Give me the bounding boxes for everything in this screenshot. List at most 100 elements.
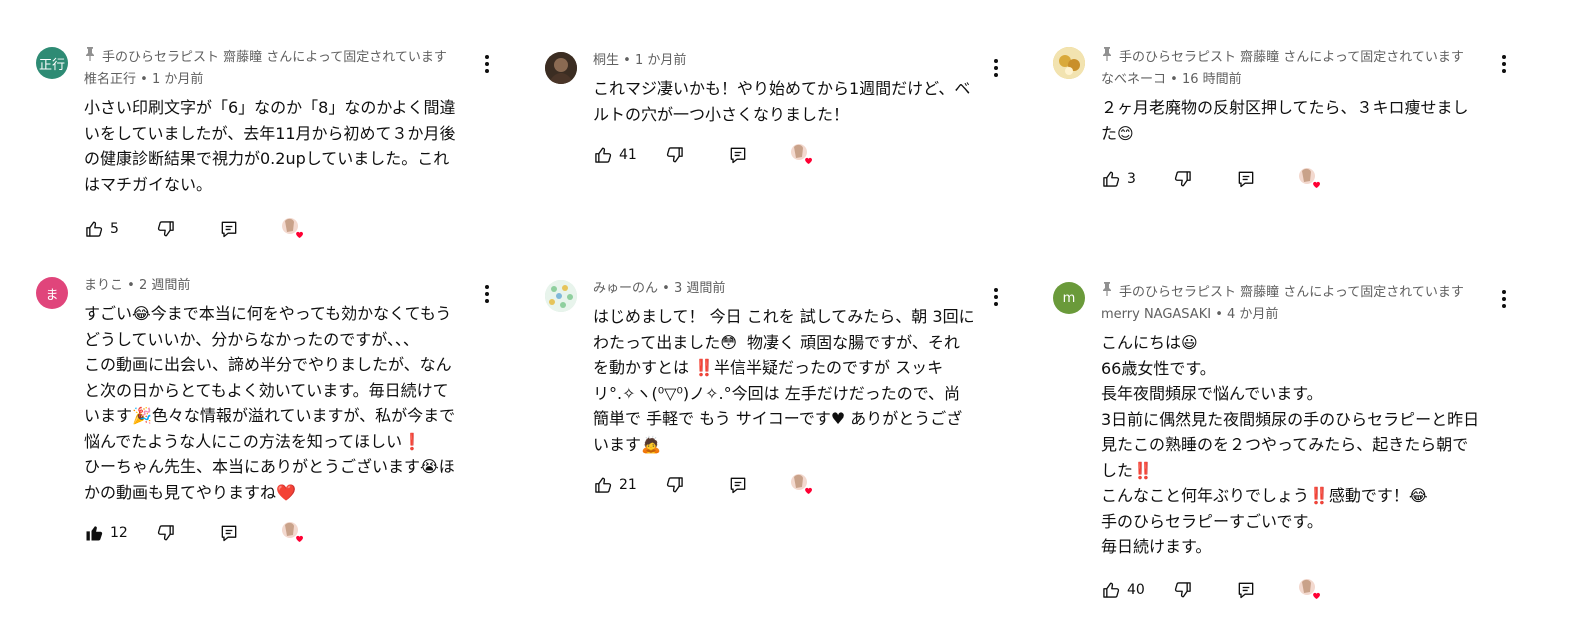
like-button[interactable]: 41 <box>593 143 637 167</box>
like-button[interactable]: 40 <box>1101 578 1145 602</box>
comment-line: かの動画も見てやりますね❤️ <box>84 482 296 502</box>
comment-body: 手のひらセラピスト 齋藤瞳 さんによって固定されています merry NAGASA… <box>1101 282 1501 600</box>
like-count: 12 <box>110 525 128 541</box>
pinned-label: 手のひらセラピスト 齋藤瞳 さんによって固定されています <box>1101 282 1481 300</box>
more-vert-icon[interactable] <box>992 286 1000 308</box>
creator-heart-icon <box>1298 167 1322 191</box>
reply-button[interactable] <box>1236 167 1256 191</box>
reply-icon <box>728 475 748 495</box>
author-name[interactable]: merry NAGASAKI <box>1101 307 1211 322</box>
comment-line: 簡単で 手軽で もう サイコーです♥ ありがとうござ <box>593 409 963 428</box>
comment-line: の健康診断結果で視力が0.2upしていました。これ <box>84 149 450 168</box>
avatar[interactable] <box>545 280 577 312</box>
comment-text: はじめまして！ 今日 これを 試してみたら、朝 3回に わたって出ました😳 物凄く… <box>593 304 991 457</box>
reply-button[interactable] <box>219 217 239 241</box>
comment-line: 66歳女性です。 <box>1101 358 1216 378</box>
dislike-button[interactable] <box>665 473 685 497</box>
like-count: 5 <box>110 221 119 237</box>
comment-line: この動画に出会い、諦め半分でやりましたが、なん <box>84 355 452 374</box>
pin-icon <box>1101 47 1113 65</box>
pinned-label: 手のひらセラピスト 齋藤瞳 さんによって固定されています <box>1101 47 1481 65</box>
more-vert-icon[interactable] <box>1500 53 1508 75</box>
dislike-button[interactable] <box>156 217 176 241</box>
comment-time[interactable]: 3 週間前 <box>674 281 725 296</box>
author-name[interactable]: なべネーコ <box>1101 72 1166 87</box>
comment-time[interactable]: 16 時間前 <box>1182 72 1242 87</box>
creator-heart-icon <box>790 143 814 167</box>
reply-icon <box>1236 169 1256 189</box>
author-name[interactable]: 桐生 <box>593 53 619 68</box>
comment-body: 手のひらセラピスト 齋藤瞳 さんによって固定されています椎名正行 • 1 か月前… <box>84 47 484 239</box>
comment-text: これマジ凄いかも！やり始めてから1週間だけど、ベ ルトの穴が一つ小さくなりました！ <box>593 76 991 127</box>
comment-text: すごい😂今まで本当に何をやっても効かなくてもう どうしていいか、分からなかったので… <box>84 301 482 505</box>
pinned-label: 手のひらセラピスト 齋藤瞳 さんによって固定されています <box>84 47 464 65</box>
reply-button[interactable] <box>1236 578 1256 602</box>
comment-line: 手のひらセラピーすごいです。 <box>1101 511 1323 531</box>
comment-line: こんにちは😃 <box>1101 333 1198 352</box>
author-name[interactable]: まりこ <box>84 278 123 293</box>
dislike-button[interactable] <box>156 521 176 545</box>
comment-line: 毎日続けます。 <box>1101 537 1212 556</box>
reply-button[interactable] <box>219 521 239 545</box>
comment-line: と次の日からとてもよく効いています。毎日続けて <box>84 380 449 400</box>
like-button[interactable]: 5 <box>84 217 119 241</box>
comment-line: ルトの穴が一つ小さくなりました！ <box>593 104 850 124</box>
comment-line: これマジ凄いかも！やり始めてから1週間だけど、ベ <box>593 79 971 98</box>
comment-text: ２ヶ月老廃物の反射区押してたら、３キロ痩せまし た😊 <box>1101 95 1499 146</box>
dislike-button[interactable] <box>1173 167 1193 191</box>
dislike-button[interactable] <box>665 143 685 167</box>
creator-heart <box>790 143 814 167</box>
comment-time[interactable]: 4 か月前 <box>1227 307 1278 322</box>
comment-time[interactable]: 2 週間前 <box>139 278 190 293</box>
thumbs-up-icon <box>593 145 613 165</box>
reply-icon <box>219 523 239 543</box>
avatar[interactable]: ま <box>36 277 68 309</box>
thumbs-down-icon <box>156 219 176 239</box>
comment-time[interactable]: 1 か月前 <box>152 72 203 87</box>
more-vert-icon[interactable] <box>483 53 491 75</box>
comment-line: リ°.✧ヽ(⁰▽⁰)ノ✧.°今回は 左手だけだったので、尚 <box>593 383 961 403</box>
reply-button[interactable] <box>728 473 748 497</box>
comment-line: いをしていましたが、去年11月から初めて３か月後 <box>84 123 456 143</box>
thumbs-down-icon <box>665 145 685 165</box>
comment-line: 小さい印刷文字が「6」なのか「8」なのかよく間違 <box>84 98 456 117</box>
reply-button[interactable] <box>728 143 748 167</box>
pinned-text: 手のひらセラピスト 齋藤瞳 さんによって固定されています <box>1119 285 1464 300</box>
comment-line: 見たこの熟睡のを２つやってみたら、起きたら朝で <box>1101 435 1469 454</box>
reply-icon <box>1236 580 1256 600</box>
like-count: 21 <box>619 477 637 493</box>
comment-line: すごい😂今まで本当に何をやっても効かなくてもう <box>84 304 452 323</box>
comment-meta: なべネーコ • 16 時間前 <box>1101 72 1242 87</box>
more-vert-icon[interactable] <box>992 57 1000 79</box>
comment-line: います🙇 <box>593 434 661 454</box>
avatar[interactable]: m <box>1053 282 1085 314</box>
like-button[interactable]: 12 <box>84 521 128 545</box>
avatar[interactable] <box>545 52 577 84</box>
like-count: 3 <box>1127 171 1136 187</box>
like-button[interactable]: 3 <box>1101 167 1136 191</box>
more-vert-icon[interactable] <box>1500 288 1508 310</box>
creator-heart <box>1298 167 1322 191</box>
creator-heart <box>281 217 305 241</box>
comment-meta: 椎名正行 • 1 か月前 <box>84 72 204 87</box>
pin-icon <box>84 47 96 65</box>
author-name[interactable]: 椎名正行 <box>84 72 136 87</box>
comment-line: はじめまして！ 今日 これを 試してみたら、朝 3回に <box>593 307 975 326</box>
author-name[interactable]: みゅーのん <box>593 281 658 296</box>
thumbs-down-icon <box>665 475 685 495</box>
dislike-button[interactable] <box>1173 578 1193 602</box>
avatar[interactable] <box>1053 47 1085 79</box>
comment-line: ひーちゃん先生、本当にありがとうございます😭ほ <box>84 457 455 476</box>
comment-time[interactable]: 1 か月前 <box>635 53 686 68</box>
thumbs-down-icon <box>1173 169 1193 189</box>
comment-line: を動かすとは ‼️半信半疑だったのですが スッキ <box>593 358 944 377</box>
pin-icon <box>1101 282 1113 300</box>
more-vert-icon[interactable] <box>483 283 491 305</box>
creator-heart <box>790 473 814 497</box>
like-button[interactable]: 21 <box>593 473 637 497</box>
creator-heart-icon <box>281 217 305 241</box>
avatar[interactable]: 正行 <box>36 47 68 79</box>
thumbs-down-icon <box>156 523 176 543</box>
thumbs-down-icon <box>1173 580 1193 600</box>
pinned-text: 手のひらセラピスト 齋藤瞳 さんによって固定されています <box>102 50 447 65</box>
